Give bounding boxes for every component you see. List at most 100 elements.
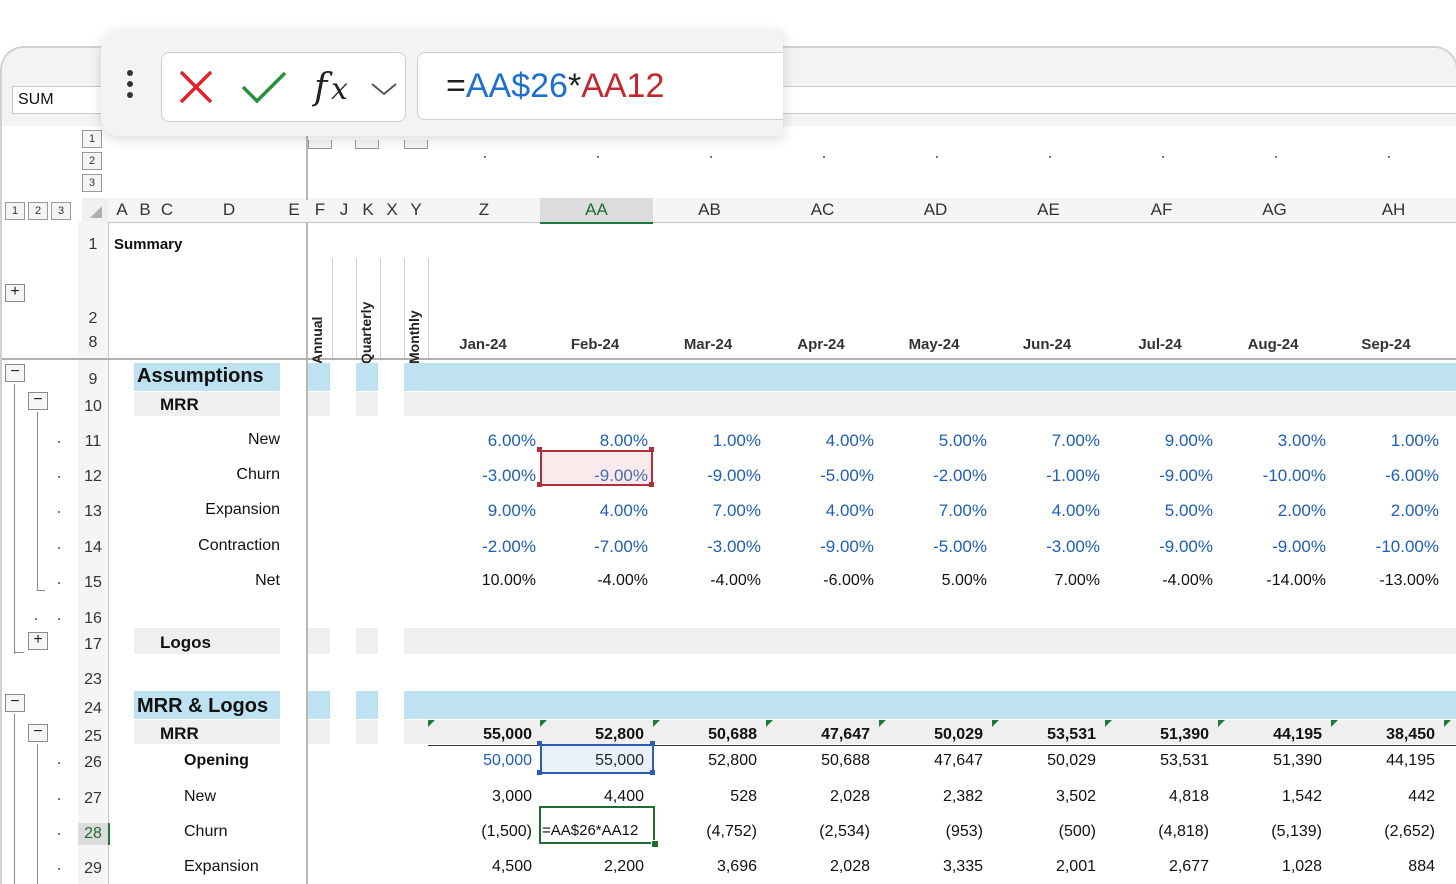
col-outline-button[interactable] xyxy=(355,140,379,149)
outline-row-level-button[interactable]: 2 xyxy=(82,152,102,170)
mrr-row-value[interactable]: 884 xyxy=(1335,858,1435,876)
row-header-11[interactable]: 11 xyxy=(78,431,108,453)
mrr-total-value[interactable]: 50,688 xyxy=(657,726,757,744)
assumption-value[interactable]: 4.00% xyxy=(774,501,874,521)
assumption-value[interactable]: -2.00% xyxy=(436,537,536,557)
row-header-10[interactable]: 10 xyxy=(78,396,108,418)
expand-group-button[interactable]: + xyxy=(5,284,25,302)
assumption-value[interactable]: -5.00% xyxy=(887,537,987,557)
row-header-25[interactable]: 25 xyxy=(78,726,108,748)
row-header-13[interactable]: 13 xyxy=(78,501,108,523)
chevron-down-icon[interactable] xyxy=(370,81,398,97)
column-header-y[interactable]: Y xyxy=(404,198,428,222)
row-header-26[interactable]: 26 xyxy=(78,752,108,774)
formula-bar-input[interactable] xyxy=(782,86,1456,114)
mrr-row-value[interactable]: (2,652) xyxy=(1335,823,1435,841)
mrr-row-value[interactable]: (2,534) xyxy=(770,823,870,841)
assumption-value[interactable]: 5.00% xyxy=(887,431,987,451)
row-header-1[interactable]: 1 xyxy=(78,234,108,256)
assumption-value[interactable]: 5.00% xyxy=(887,572,987,590)
assumption-value[interactable]: -7.00% xyxy=(548,537,648,557)
column-header-ad[interactable]: AD xyxy=(879,198,992,222)
insert-function-icon[interactable]: f x xyxy=(312,65,358,109)
mrr-row-value[interactable]: (4,818) xyxy=(1109,823,1209,841)
column-header-x[interactable]: X xyxy=(380,198,404,222)
column-header-a[interactable]: A xyxy=(110,198,134,222)
mrr-row-value[interactable]: 52,800 xyxy=(657,752,757,770)
row-header-17[interactable]: 17 xyxy=(78,634,108,656)
mrr-row-value[interactable]: 53,531 xyxy=(1109,752,1209,770)
mrr-total-value[interactable]: 50,029 xyxy=(883,726,983,744)
row-header-23[interactable]: 23 xyxy=(78,669,108,691)
mrr-row-value[interactable]: 2,382 xyxy=(883,788,983,806)
outline-col-level-button[interactable]: 2 xyxy=(28,202,48,220)
assumption-value[interactable]: 9.00% xyxy=(1113,431,1213,451)
assumption-value[interactable]: -10.00% xyxy=(1226,466,1326,486)
assumption-value[interactable]: -3.00% xyxy=(436,466,536,486)
assumption-value[interactable]: 4.00% xyxy=(774,431,874,451)
collapse-group-button[interactable]: − xyxy=(28,392,48,410)
row-header-8[interactable]: 8 xyxy=(78,332,108,354)
enter-check-icon[interactable] xyxy=(240,69,288,105)
row-header-27[interactable]: 27 xyxy=(78,788,108,810)
assumption-value[interactable]: 7.00% xyxy=(1000,572,1100,590)
mrr-row-value[interactable]: 2,028 xyxy=(770,858,870,876)
assumption-value[interactable]: -6.00% xyxy=(1339,466,1439,486)
mrr-row-value[interactable]: 2,200 xyxy=(544,858,644,876)
assumption-value[interactable]: 6.00% xyxy=(436,431,536,451)
mrr-row-value[interactable]: 4,400 xyxy=(544,788,644,806)
mrr-row-value[interactable]: 1,542 xyxy=(1222,788,1322,806)
column-header-k[interactable]: K xyxy=(356,198,380,222)
column-header-ab[interactable]: AB xyxy=(653,198,766,222)
assumption-value[interactable]: 5.00% xyxy=(1113,501,1213,521)
row-header-14[interactable]: 14 xyxy=(78,537,108,559)
row-header-28[interactable]: 28 xyxy=(78,823,110,845)
assumption-value[interactable]: 9.00% xyxy=(436,501,536,521)
mrr-row-value[interactable]: 44,195 xyxy=(1335,752,1435,770)
active-cell-aa28[interactable] xyxy=(539,806,655,844)
column-header-ah[interactable]: AH xyxy=(1331,198,1456,222)
row-header-16[interactable]: 16 xyxy=(78,608,108,630)
mrr-row-value[interactable]: 51,390 xyxy=(1222,752,1322,770)
mrr-row-value[interactable]: 50,000 xyxy=(432,752,532,770)
assumption-value[interactable]: 7.00% xyxy=(887,501,987,521)
assumption-value[interactable]: -4.00% xyxy=(548,572,648,590)
assumption-value[interactable]: 2.00% xyxy=(1226,501,1326,521)
assumption-value[interactable]: -9.00% xyxy=(1113,537,1213,557)
assumption-value[interactable]: -9.00% xyxy=(774,537,874,557)
mrr-row-value[interactable]: 4,500 xyxy=(432,858,532,876)
mrr-row-value[interactable]: (5,139) xyxy=(1222,823,1322,841)
mrr-total-value[interactable]: 55,000 xyxy=(432,726,532,744)
mrr-row-value[interactable]: 3,502 xyxy=(996,788,1096,806)
name-box[interactable]: SUM xyxy=(12,86,102,114)
outline-col-level-button[interactable]: 1 xyxy=(5,202,25,220)
outline-col-level-button[interactable]: 3 xyxy=(51,202,71,220)
column-header-e[interactable]: E xyxy=(280,198,308,222)
assumption-value[interactable]: 7.00% xyxy=(661,501,761,521)
mrr-total-value[interactable]: 51,390 xyxy=(1109,726,1209,744)
column-header-j[interactable]: J xyxy=(332,198,356,222)
cancel-icon[interactable] xyxy=(178,69,214,105)
assumption-value[interactable]: 4.00% xyxy=(1000,501,1100,521)
mrr-row-value[interactable]: 50,688 xyxy=(770,752,870,770)
mrr-row-value[interactable]: 4,818 xyxy=(1109,788,1209,806)
assumption-value[interactable]: -1.00% xyxy=(1000,466,1100,486)
column-header-b[interactable]: B xyxy=(134,198,156,222)
collapse-group-button[interactable]: − xyxy=(5,364,25,382)
row-header-29[interactable]: 29 xyxy=(78,858,108,880)
mrr-row-value[interactable]: 47,647 xyxy=(883,752,983,770)
mrr-row-value[interactable]: 442 xyxy=(1335,788,1435,806)
assumption-value[interactable]: -2.00% xyxy=(887,466,987,486)
assumption-value[interactable]: 10.00% xyxy=(436,572,536,590)
assumption-value[interactable]: -3.00% xyxy=(661,537,761,557)
assumption-value[interactable]: 8.00% xyxy=(548,431,648,451)
mrr-row-value[interactable]: 1,028 xyxy=(1222,858,1322,876)
assumption-value[interactable]: -14.00% xyxy=(1226,572,1326,590)
outline-row-level-button[interactable]: 3 xyxy=(82,174,102,192)
mrr-row-value[interactable]: 528 xyxy=(657,788,757,806)
mrr-row-value[interactable]: 2,001 xyxy=(996,858,1096,876)
row-header-12[interactable]: 12 xyxy=(78,466,108,488)
expand-group-button[interactable]: + xyxy=(28,632,48,650)
mrr-total-value[interactable]: 53,531 xyxy=(996,726,1096,744)
column-header-ag[interactable]: AG xyxy=(1218,198,1331,222)
